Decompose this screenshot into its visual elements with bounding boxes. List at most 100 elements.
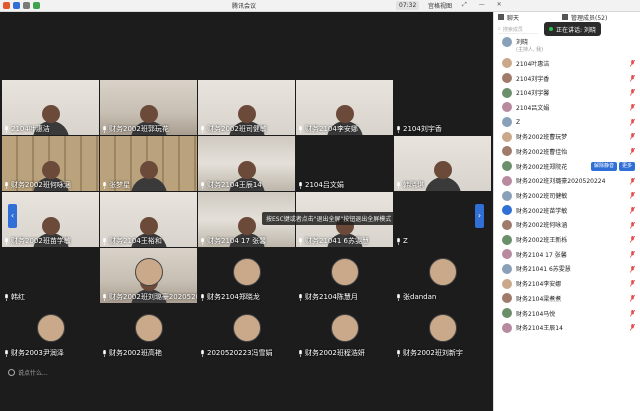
muted-mic-icon[interactable] [629,309,636,317]
muted-mic-icon[interactable] [629,103,636,111]
video-tile[interactable]: 财务2104李安娜 [296,80,393,135]
video-tile[interactable]: 张dandan [394,248,491,303]
muted-mic-icon[interactable] [629,250,636,258]
video-tile[interactable]: 财务2002班司健敏 [198,80,295,135]
muted-mic-icon[interactable] [629,294,636,302]
member-row[interactable]: 财务2002班刘璐豪2020520224 [494,174,640,189]
video-tile[interactable]: 韩晓琪 [394,136,491,191]
video-tile[interactable]: 财务2002班刘新宇 [394,304,491,359]
muted-mic-icon[interactable] [629,324,636,332]
muted-mic-icon[interactable] [629,236,636,243]
member-row[interactable]: 财务2104李安娜 [494,276,640,291]
member-row[interactable]: 2104刘宇香 [494,71,640,86]
prev-page-button[interactable]: ‹ [8,204,17,228]
muted-mic-icon[interactable] [629,191,636,199]
participant-video [139,105,158,123]
member-info: 财务2002班王新栎 [516,235,567,244]
video-tile[interactable]: 财务2002班高艳 [100,304,197,359]
member-row[interactable]: 财务2002班苗学敏 [494,203,640,218]
member-row[interactable]: 财务2104梁煮煮 [494,291,640,306]
info-icon[interactable] [23,2,30,9]
more-button[interactable]: 更多 [618,161,635,171]
tab-members[interactable]: 管理成员(52) [571,13,607,22]
member-row[interactable]: 刘晓 (主持人, 我) [494,34,640,56]
member-info: 财务2002班司健敏 [516,191,567,200]
muted-mic-icon[interactable] [629,221,636,229]
member-info: 2104刘宇香 [516,74,549,83]
unmute-button[interactable]: 解除静音 [590,161,617,171]
muted-mic-icon[interactable] [629,206,636,214]
video-tile[interactable]: 财务2002班刘璐豪2020520224 [100,248,197,303]
record-icon[interactable] [3,2,10,9]
video-tile[interactable]: 韩红 [2,248,99,303]
member-row[interactable]: 2104吕文娟 [494,100,640,115]
member-row[interactable]: 财务2104马悦 [494,306,640,321]
participant-name: 2104吕文娟 [305,181,344,189]
tile-nameplate: 财务2104王辰14 [200,181,262,189]
video-tile[interactable]: 2104吕文娟 [296,136,393,191]
mic-icon [396,237,401,245]
muted-mic-icon[interactable] [629,118,636,126]
member-avatar [502,175,512,186]
member-info: 2104吕文娟 [516,103,549,112]
video-tile[interactable]: 财务2002班程浩妍 [296,304,393,359]
video-tile[interactable]: 张梦星 [100,136,197,191]
muted-mic-icon[interactable] [629,265,636,273]
member-row[interactable]: 财务2002班曹佳怡 [494,144,640,159]
mic-icon [4,293,9,301]
participant-avatar [134,314,163,342]
member-row[interactable]: 财务2104 17 张馨 [494,247,640,262]
muted-mic-icon[interactable] [629,133,636,141]
window-controls[interactable]: ⤢ — ✕ [462,1,507,9]
member-row[interactable]: 2104叶惠洁 [494,56,640,71]
mic-icon [102,181,107,189]
video-tile[interactable]: 财务2104郑晓龙 [198,248,295,303]
mic-icon [396,181,401,189]
video-tile[interactable]: 财务2104王裕和 [100,192,197,247]
member-avatar [502,102,512,113]
video-tile[interactable]: 财务2104陈慧月 [296,248,393,303]
participant-name: 财务2002班司健敏 [207,125,267,133]
muted-mic-icon[interactable] [629,74,636,82]
member-search[interactable]: ⌕ 搜索成员 [498,25,538,34]
participant-avatar [36,314,65,342]
member-row[interactable]: 财务2002班何咏涵 [494,218,640,233]
status-icons [3,2,40,9]
muted-mic-icon[interactable] [629,59,636,67]
muted-mic-icon[interactable] [629,147,636,155]
participant-name: 2020520223冯雪娟 [207,349,273,357]
participant-name: 韩晓琪 [403,181,424,189]
tab-chat[interactable]: 聊天 [507,13,519,22]
member-row[interactable]: 财务2104王辰14 [494,320,640,335]
video-tile[interactable]: 2104叶惠洁 [2,80,99,135]
member-row[interactable]: 财务2002班王新栎 [494,232,640,247]
video-tile[interactable]: 财务2002班何咏涵 [2,136,99,191]
video-tile[interactable]: 2020520223冯雪娟 [198,304,295,359]
shield-icon[interactable] [13,2,20,9]
chat-input[interactable]: 说点什么... [8,368,48,377]
video-tile[interactable]: 财务2003尹润泽 [2,304,99,359]
window-title: 腾讯会议 [232,3,257,10]
next-page-button[interactable]: › [475,204,484,228]
member-row[interactable]: 财务2002班曹玩梦 [494,129,640,144]
member-row[interactable]: 财务2002班郑院花 解除静音 更多 [494,159,640,174]
member-row[interactable]: 2104刘宇馨 [494,85,640,100]
muted-mic-icon[interactable] [629,89,636,97]
muted-mic-icon[interactable] [629,280,636,288]
layout-button[interactable]: 宫格视图 [428,1,452,10]
participant-video [237,217,256,235]
member-avatar [502,190,512,201]
member-row[interactable]: Z [494,115,640,130]
mic-icon [200,237,205,245]
video-tile[interactable]: 财务2002班郭玩花 [100,80,197,135]
mic-icon [396,349,401,357]
member-row[interactable]: 财务2002班司健敏 [494,188,640,203]
tile-nameplate: 2020520223冯雪娟 [200,349,273,357]
participant-name: Z [403,237,408,245]
muted-mic-icon[interactable] [629,177,636,185]
video-tile[interactable]: 2104刘宇香 [394,80,491,135]
member-avatar [502,37,512,47]
video-tile[interactable]: 财务2104王辰14 [198,136,295,191]
participant-avatar [232,258,261,286]
member-row[interactable]: 财务21041 6苏雯慧 [494,262,640,277]
